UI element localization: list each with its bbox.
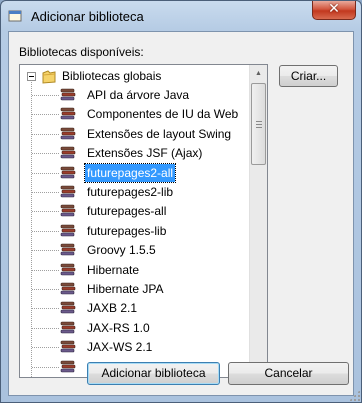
tree-guide-line — [32, 172, 59, 174]
library-item-label: futurepages2-all — [83, 162, 177, 183]
tree-guide-line — [32, 153, 59, 155]
tree-guide-line — [32, 269, 59, 271]
library-icon — [60, 224, 76, 237]
library-item-label: JAX-RS 1.0 — [87, 320, 150, 335]
close-icon: ✕ — [328, 1, 340, 17]
library-item-label: Extensões JSF (Ajax) — [87, 146, 203, 161]
tree-guide-line — [31, 79, 32, 377]
tree-guide-line — [32, 308, 59, 310]
library-item-label: Extensões de layout Swing — [87, 126, 232, 141]
tree-guide-line — [32, 327, 59, 329]
library-item-label: JAX-WS 2.1 — [87, 340, 153, 355]
library-icon — [60, 127, 76, 140]
scrollbar-thumb[interactable] — [251, 83, 266, 165]
library-item-label: futurepages-all — [87, 204, 167, 219]
library-tree[interactable]: Bibliotecas globais API da árvore Java Co… — [19, 64, 268, 378]
library-item-label: JAXB 2.1 — [87, 301, 138, 316]
library-icon — [60, 263, 76, 275]
tree-guide-line — [32, 95, 59, 96]
available-libraries-label: Bibliotecas disponíveis: — [19, 45, 144, 59]
dialog-content: Bibliotecas disponíveis: Bibliotecas glo… — [8, 31, 354, 396]
library-icon — [60, 185, 76, 198]
library-item-label: Hibernate JPA — [87, 282, 164, 296]
collapse-expander-icon[interactable] — [27, 72, 36, 81]
title-bar[interactable]: Adicionar biblioteca ✕ — [1, 1, 361, 31]
cancel-button[interactable]: Cancelar — [228, 362, 349, 385]
library-item-label: Groovy 1.5.5 — [87, 243, 156, 258]
dialog-title: Adicionar biblioteca — [31, 9, 144, 24]
library-icon — [60, 205, 76, 217]
dialog-app-icon — [8, 10, 22, 22]
add-library-button[interactable]: Adicionar biblioteca — [87, 362, 220, 385]
library-icon — [60, 340, 76, 353]
folder-icon — [42, 70, 56, 84]
scroll-up-icon[interactable]: ▲ — [250, 65, 267, 82]
tree-guide-line — [32, 250, 59, 252]
tree-guide-line — [32, 366, 59, 368]
library-item-label: Componentes de IU da Web — [87, 107, 239, 122]
library-icon — [60, 88, 76, 101]
close-button[interactable]: ✕ — [312, 1, 356, 20]
tree-guide-line — [32, 289, 59, 290]
library-icon — [60, 321, 76, 334]
library-item-label: API da árvore Java — [87, 88, 190, 102]
scrollbar-grip-icon — [256, 121, 262, 128]
library-item-label: futurepages-lib — [87, 223, 167, 238]
tree-guide-line — [32, 133, 59, 135]
library-icon — [60, 360, 76, 372]
tree-root-label: Bibliotecas globais — [62, 69, 162, 83]
tree-guide-line — [32, 114, 59, 116]
tree-guide-line — [32, 230, 59, 232]
create-button[interactable]: Criar... — [279, 65, 338, 87]
library-icon — [60, 108, 76, 120]
library-icon — [60, 243, 76, 256]
tree-guide-line — [32, 347, 59, 349]
tree-guide-line — [32, 211, 59, 213]
library-icon — [60, 146, 76, 159]
tree-guide-line — [32, 192, 59, 193]
library-item-label: futurepages2-lib — [87, 185, 174, 199]
library-icon — [60, 302, 76, 314]
vertical-scrollbar[interactable]: ▲ ▼ — [249, 65, 267, 377]
library-icon — [60, 166, 76, 178]
add-library-dialog: Adicionar biblioteca ✕ Bibliotecas dispo… — [0, 0, 362, 403]
library-item-label: Hibernate — [87, 262, 140, 277]
library-icon — [60, 282, 76, 295]
